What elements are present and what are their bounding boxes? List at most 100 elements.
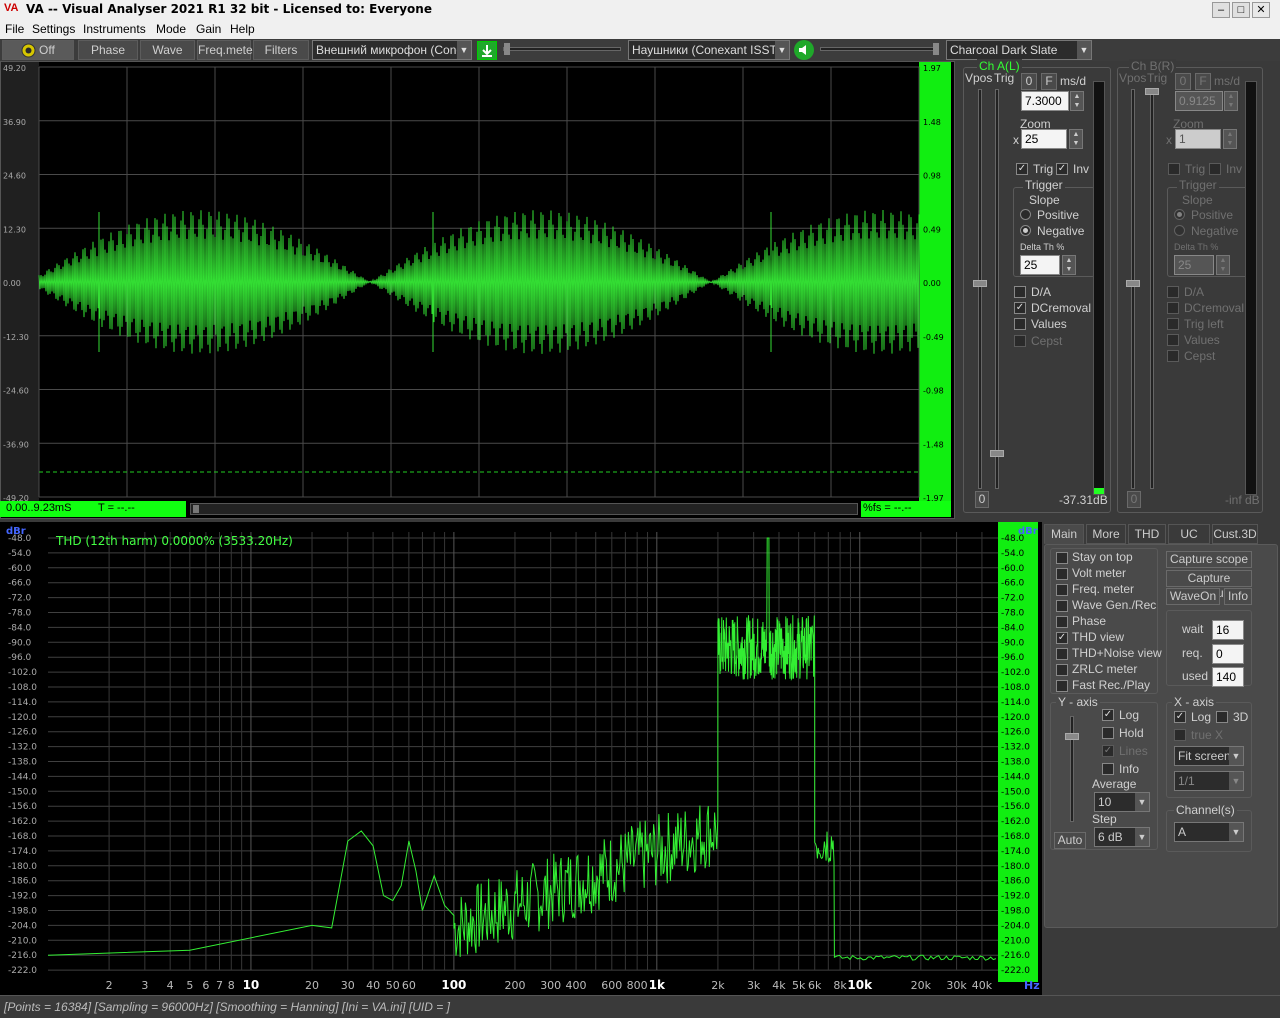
phase-checkbox[interactable]: [1056, 616, 1068, 628]
slope-negative-radio[interactable]: [1020, 225, 1031, 236]
inv-checkbox[interactable]: [1209, 163, 1221, 175]
lines-checkbox[interactable]: ✓: [1102, 745, 1114, 757]
zrlc-meter-checkbox[interactable]: [1056, 664, 1068, 676]
trig-checkbox[interactable]: [1168, 163, 1180, 175]
zoom-input[interactable]: 25: [1021, 129, 1067, 149]
tab-more[interactable]: More: [1086, 524, 1126, 544]
ratio-select[interactable]: 1/1 ▼: [1174, 771, 1244, 791]
wave-button[interactable]: Wave: [140, 40, 195, 60]
menu-file[interactable]: File: [5, 22, 24, 36]
slider-thumb[interactable]: [990, 450, 1004, 457]
log-checkbox[interactable]: ✓: [1102, 709, 1114, 721]
filters-button[interactable]: Filters: [253, 40, 309, 60]
step-select[interactable]: 6 dB ▼: [1094, 827, 1150, 847]
off-button[interactable]: Off: [2, 40, 74, 60]
ms-per-div-input[interactable]: 0.9125: [1175, 91, 1223, 111]
delta-th-input[interactable]: 25: [1174, 255, 1214, 275]
tab-uc[interactable]: UC: [1168, 524, 1210, 544]
da-checkbox[interactable]: [1167, 286, 1179, 298]
wave-gen-checkbox[interactable]: [1056, 600, 1068, 612]
output-volume-slider[interactable]: [820, 43, 939, 55]
delta-th-stepper[interactable]: ▲ ▼: [1062, 255, 1076, 275]
delta-th-stepper[interactable]: ▲ ▼: [1216, 255, 1230, 275]
capture-spectrum-button[interactable]: Capture spectrum: [1166, 570, 1252, 600]
menu-gain[interactable]: Gain: [196, 22, 221, 36]
cepst-checkbox[interactable]: [1014, 335, 1026, 347]
minimize-button[interactable]: –: [1212, 2, 1230, 18]
trig-slider[interactable]: [1145, 88, 1159, 489]
values-checkbox[interactable]: [1167, 334, 1179, 346]
trig-slider[interactable]: [990, 89, 1004, 489]
freq-meter-checkbox[interactable]: [1056, 584, 1068, 596]
average-select[interactable]: 10 ▼: [1094, 792, 1150, 812]
trig-left-checkbox[interactable]: [1167, 318, 1179, 330]
cepst-checkbox[interactable]: [1167, 350, 1179, 362]
x-log-checkbox[interactable]: ✓: [1174, 711, 1186, 723]
stay-on-top-checkbox[interactable]: [1056, 552, 1068, 564]
input-gain-slider[interactable]: [503, 43, 621, 55]
download-icon[interactable]: [477, 41, 497, 60]
slider-thumb[interactable]: [1065, 733, 1079, 740]
dcremoval-checkbox[interactable]: [1167, 302, 1179, 314]
inv-checkbox[interactable]: ✓: [1056, 163, 1068, 175]
freq-meter-button[interactable]: Freq.meter: [197, 40, 257, 60]
ms-per-div-input[interactable]: 7.3000: [1021, 91, 1069, 111]
tab-main[interactable]: Main: [1044, 524, 1084, 544]
slider-thumb[interactable]: [504, 43, 510, 55]
true-x-checkbox[interactable]: [1174, 729, 1186, 741]
speaker-icon[interactable]: [794, 40, 814, 60]
phase-button[interactable]: Phase: [78, 40, 138, 60]
slider-thumb[interactable]: [1145, 88, 1159, 95]
trig-checkbox[interactable]: ✓: [1016, 163, 1028, 175]
volt-meter-checkbox[interactable]: [1056, 568, 1068, 580]
slope-negative-radio[interactable]: [1174, 225, 1185, 236]
zoom-stepper[interactable]: ▲ ▼: [1069, 129, 1083, 149]
menu-mode[interactable]: Mode: [156, 22, 186, 36]
maximize-button[interactable]: □: [1232, 2, 1250, 18]
tab-thd[interactable]: THD: [1128, 524, 1166, 544]
scope-scrollbar[interactable]: [190, 503, 858, 515]
theme-select[interactable]: Charcoal Dark Slate ▼: [946, 40, 1092, 60]
values-checkbox[interactable]: [1014, 318, 1026, 330]
zero-button[interactable]: 0: [1021, 73, 1037, 90]
vpos-slider[interactable]: [973, 89, 987, 489]
auto-button[interactable]: Auto: [1054, 832, 1086, 849]
menu-settings[interactable]: Settings: [32, 22, 75, 36]
channel-select[interactable]: A ▼: [1174, 822, 1244, 842]
capture-scope-button[interactable]: Capture scope: [1166, 551, 1252, 568]
f-button[interactable]: F: [1041, 73, 1057, 90]
fit-screen-select[interactable]: Fit screen ▼: [1174, 746, 1244, 766]
waveon-button[interactable]: WaveOn: [1166, 588, 1220, 605]
slope-positive-radio[interactable]: [1020, 209, 1031, 220]
slope-positive-radio[interactable]: [1174, 209, 1185, 220]
ms-per-div-stepper[interactable]: ▲ ▼: [1070, 91, 1084, 111]
output-device-select[interactable]: Наушники (Conexant ISST Au ▼: [628, 40, 790, 60]
input-device-select[interactable]: Внешний микрофон (Conexa ▼: [312, 40, 472, 60]
thd-noise-view-checkbox[interactable]: [1056, 648, 1068, 660]
delta-th-input[interactable]: 25: [1020, 255, 1060, 275]
zero-button[interactable]: 0: [1175, 73, 1191, 90]
close-button[interactable]: ✕: [1252, 2, 1270, 18]
slider-thumb[interactable]: [933, 43, 939, 55]
spectrum-plot[interactable]: dBr dBr-48.0 -48.0-54.0 -54.0-60.0 -60.0-66.…: [0, 522, 1042, 995]
thd-view-checkbox[interactable]: ✓: [1056, 632, 1068, 644]
slider-thumb[interactable]: [973, 280, 987, 287]
ms-per-div-stepper[interactable]: ▲ ▼: [1224, 91, 1238, 111]
f-button[interactable]: F: [1195, 73, 1211, 90]
scrollbar-thumb[interactable]: [193, 505, 199, 513]
tab-cust3d[interactable]: Cust.3D: [1212, 524, 1258, 544]
zoom-input[interactable]: 1: [1175, 129, 1221, 149]
hold-checkbox[interactable]: [1102, 727, 1114, 739]
fast-rec-checkbox[interactable]: [1056, 680, 1068, 692]
oscilloscope-plot[interactable]: 49.20 1.97 36.90 1.48 24.60 0.98 12.30 0.49 0.00…: [1, 62, 956, 520]
info-checkbox[interactable]: [1102, 763, 1114, 775]
3d-checkbox[interactable]: [1216, 711, 1228, 723]
vpos-slider[interactable]: [1126, 89, 1140, 489]
dcremoval-checkbox[interactable]: ✓: [1014, 302, 1026, 314]
menu-help[interactable]: Help: [230, 22, 255, 36]
info-button[interactable]: Info: [1224, 588, 1252, 605]
da-checkbox[interactable]: [1014, 286, 1026, 298]
zoom-stepper[interactable]: ▲ ▼: [1223, 129, 1237, 149]
menu-instruments[interactable]: Instruments: [83, 22, 146, 36]
y-axis-slider[interactable]: [1065, 716, 1079, 822]
